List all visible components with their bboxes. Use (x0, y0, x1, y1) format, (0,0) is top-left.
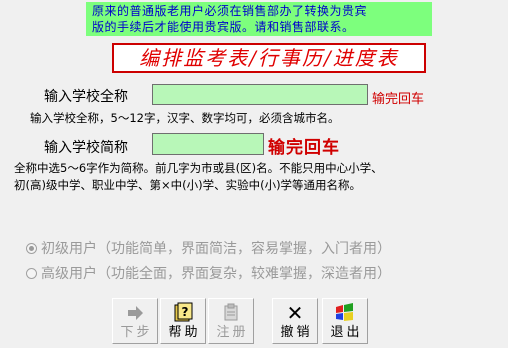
school-full-label: 输入学校全称 (44, 89, 128, 105)
help-book-icon: ? (161, 301, 205, 325)
exit-icon (323, 301, 367, 325)
help-label: 帮助 (168, 325, 201, 340)
radio-beginner-indicator[interactable] (26, 243, 37, 254)
exit-label: 退出 (330, 325, 363, 340)
next-step-button[interactable]: 下步 (112, 298, 158, 344)
notice-line-1: 原来的普通版老用户必须在销售部办了转换为贵宾 (92, 4, 368, 18)
undo-label: 撤销 (280, 325, 313, 340)
register-button[interactable]: 注册 (208, 298, 254, 344)
radio-beginner-label: 初级用户（功能简单，界面简洁，容易掌握，入门者用） (41, 241, 391, 257)
arrow-right-icon (113, 301, 157, 325)
school-full-hint: 输入学校全称，5～12字，汉字、数字均可，必须含城市名。 (30, 111, 340, 125)
notice-line-2: 版的手续后才能使用贵宾版。请和销售部联系。 (92, 20, 355, 34)
school-full-enter-hint: 输完回车 (372, 92, 425, 107)
title-banner: 编排监考表/行事历/进度表 (112, 43, 426, 73)
next-step-label: 下步 (120, 325, 153, 340)
register-icon (209, 301, 253, 325)
school-short-label: 输入学校简称 (44, 140, 128, 156)
help-button[interactable]: ? 帮助 (160, 298, 206, 344)
register-label: 注册 (216, 325, 249, 340)
radio-advanced-indicator[interactable] (26, 268, 37, 279)
school-short-desc-line-2: 初(高)级中学、职业中学、第×中(小)学、实验中(小)学等通用名称。 (14, 178, 362, 192)
undo-button[interactable]: ✕ 撤销 (272, 298, 318, 344)
radio-advanced-label: 高级用户（功能全面，界面复杂，较难掌握，深造者用） (41, 266, 391, 282)
school-short-desc-line-1: 全称中选5～6字作为简称。前几字为市或县(区)名。不能只用中心小学、 (14, 161, 383, 175)
notice-panel: 原来的普通版老用户必须在销售部办了转换为贵宾 版的手续后才能使用贵宾版。请和销售… (86, 2, 432, 36)
radio-beginner-user[interactable]: 初级用户（功能简单，界面简洁，容易掌握，入门者用） (26, 238, 391, 258)
school-short-enter-hint: 输完回车 (268, 138, 340, 158)
school-full-input[interactable] (152, 84, 368, 105)
school-short-description: 全称中选5～6字作为简称。前几字为市或县(区)名。不能只用中心小学、 初(高)级… (14, 160, 383, 194)
school-short-input[interactable] (152, 133, 264, 155)
undo-x-icon: ✕ (286, 301, 304, 325)
svg-text:?: ? (182, 305, 189, 319)
radio-advanced-user[interactable]: 高级用户（功能全面，界面复杂，较难掌握，深造者用） (26, 263, 391, 283)
exit-button[interactable]: 退出 (322, 298, 368, 344)
